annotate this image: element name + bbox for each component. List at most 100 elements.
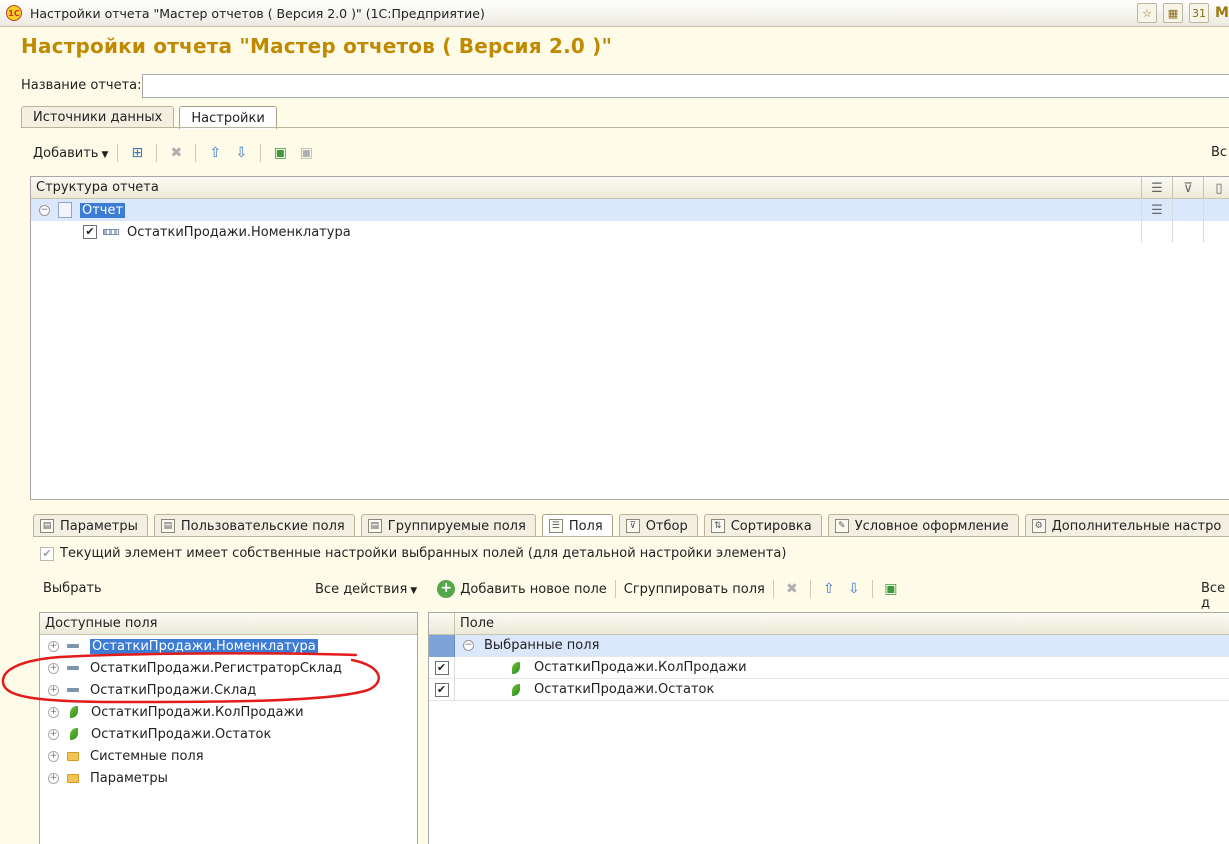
structure-row-grouping[interactable]: ✔ ОстаткиПродажи.Номенклатура	[31, 221, 1229, 243]
tab-conditional-format[interactable]: ✎ Условное оформление	[827, 514, 1019, 537]
all-actions-dropdown[interactable]: Все действия ▼	[315, 582, 417, 597]
list-item[interactable]: + Системные поля	[40, 745, 417, 767]
grouping-checkbox[interactable]: ✔	[83, 225, 97, 239]
structure-row-label: ОстаткиПродажи.Номенклатура	[127, 224, 351, 240]
list-item[interactable]: + Параметры	[40, 767, 417, 789]
order-cell[interactable]	[1203, 199, 1229, 221]
table-row[interactable]: ✔ ОстаткиПродажи.Остаток	[429, 678, 1229, 701]
field-label: ОстаткиПродажи.РегистраторСклад	[90, 660, 343, 676]
table-row[interactable]: ✔ ОстаткиПродажи.КолПродажи	[429, 656, 1229, 679]
delete-icon[interactable]: ✖	[166, 143, 186, 163]
favorites-icon[interactable]: ☆	[1137, 3, 1157, 23]
structure-header: Структура отчета ☰ ⊽ ▯	[31, 177, 1229, 199]
filter-cell[interactable]	[1172, 199, 1203, 221]
all-actions-right-button[interactable]: Все д	[1201, 581, 1229, 611]
group-fields-button[interactable]: Сгруппировать поля	[624, 582, 765, 597]
list-item[interactable]: + ОстаткиПродажи.Остаток	[40, 723, 417, 745]
field-label: ОстаткиПродажи.КолПродажи	[91, 704, 304, 720]
expand-icon[interactable]: +	[48, 640, 59, 652]
selected-fields-panel: Поле − Выбранные поля ✔ ОстаткиПродажи.К…	[428, 612, 1229, 844]
check-cell: ✔	[429, 656, 455, 679]
tab-filter[interactable]: ⊽ Отбор	[618, 514, 698, 537]
top-tabs: Источники данных Настройки	[21, 106, 282, 129]
tab-fields[interactable]: ☰ Поля	[541, 514, 613, 537]
field-cell: ОстаткиПродажи.КолПродажи	[455, 660, 747, 675]
tab-user-fields[interactable]: ▤ Пользовательские поля	[153, 514, 355, 537]
folder-icon	[67, 773, 79, 783]
tab-sort[interactable]: ⇅ Сортировка	[703, 514, 822, 537]
table-row[interactable]: − Выбранные поля	[429, 634, 1229, 657]
field-label: Параметры	[90, 770, 168, 786]
tab-settings[interactable]: Настройки	[179, 106, 277, 129]
filter-cell[interactable]	[1172, 221, 1203, 243]
group-icon[interactable]: ▣	[881, 579, 901, 599]
move-up-icon[interactable]: ⇧	[819, 579, 839, 599]
expand-icon[interactable]: +	[48, 772, 59, 784]
ungroup-icon[interactable]: ▣	[296, 143, 316, 163]
calculator-icon[interactable]: ▦	[1163, 3, 1183, 23]
fields-cell-icon[interactable]: ☰	[1141, 199, 1172, 221]
add-grouping-icon[interactable]: ⊞	[127, 143, 147, 163]
structure-column-icons: ☰ ⊽ ▯	[1141, 177, 1229, 199]
window-titlebar: 1С Настройки отчета "Мастер отчетов ( Ве…	[0, 0, 1229, 27]
move-down-icon[interactable]: ⇩	[231, 143, 251, 163]
select-button[interactable]: Выбрать	[43, 581, 102, 596]
group-cell: − Выбранные поля	[455, 638, 599, 653]
fields-cell[interactable]	[1141, 221, 1172, 243]
add-label: Добавить	[33, 145, 99, 161]
move-down-icon[interactable]: ⇩	[844, 579, 864, 599]
structure-header-label: Структура отчета	[36, 180, 159, 195]
expand-icon[interactable]: +	[48, 750, 59, 762]
move-up-icon[interactable]: ⇧	[205, 143, 225, 163]
tab-additional-settings[interactable]: ⚙ Дополнительные настро	[1024, 514, 1229, 537]
row-marker	[429, 634, 455, 657]
expand-icon[interactable]: +	[48, 684, 59, 696]
expand-icon[interactable]: +	[48, 728, 59, 740]
list-item[interactable]: + ОстаткиПродажи.КолПродажи	[40, 701, 417, 723]
field-column-header: Поле	[460, 616, 495, 631]
document-icon	[58, 202, 72, 218]
add-plus-icon[interactable]: +	[437, 580, 456, 598]
add-button[interactable]: Добавить ▼	[33, 146, 108, 161]
selected-fields-group-label: Выбранные поля	[484, 638, 600, 653]
own-settings-label: Текущий элемент имеет собственные настро…	[60, 546, 787, 561]
order-column-icon[interactable]: ▯	[1203, 177, 1229, 199]
tab-parameters[interactable]: ▤ Параметры	[33, 514, 148, 537]
fields-column-icon[interactable]: ☰	[1141, 177, 1172, 199]
field-use-checkbox[interactable]: ✔	[434, 660, 449, 675]
parameters-icon: ▤	[40, 519, 54, 533]
memory-button[interactable]: М	[1215, 3, 1229, 23]
tab-group-fields[interactable]: ▤ Группируемые поля	[360, 514, 536, 537]
delete-icon[interactable]: ✖	[782, 579, 802, 599]
filter-column-icon[interactable]: ⊽	[1172, 177, 1203, 199]
add-new-field-button[interactable]: Добавить новое поле	[460, 582, 607, 597]
settings-tab-divider	[33, 536, 1229, 537]
calendar-icon[interactable]: 31	[1189, 3, 1209, 23]
list-item[interactable]: + ОстаткиПродажи.Номенклатура	[40, 635, 417, 657]
all-actions-button[interactable]: Вс	[1211, 145, 1227, 160]
report-structure-panel: Структура отчета ☰ ⊽ ▯ − Отчет ☰ ✔ Остат…	[30, 176, 1229, 500]
tab-user-fields-label: Пользовательские поля	[180, 518, 345, 534]
order-cell[interactable]	[1203, 221, 1229, 243]
tab-filter-label: Отбор	[645, 518, 688, 534]
report-name-input[interactable]	[142, 74, 1229, 98]
available-fields-header: Доступные поля	[40, 613, 417, 635]
tab-data-sources[interactable]: Источники данных	[21, 106, 175, 128]
expand-icon[interactable]: +	[48, 662, 59, 674]
structure-row-report[interactable]: − Отчет ☰	[31, 199, 1229, 221]
row-column-icons	[1141, 221, 1229, 243]
field-label: ОстаткиПродажи.Склад	[90, 682, 257, 698]
title-tools: ☆ ▦ 31 М	[1137, 3, 1229, 23]
field-use-checkbox[interactable]: ✔	[434, 682, 449, 697]
list-item[interactable]: + ОстаткиПродажи.Склад	[40, 679, 417, 701]
tab-sort-label: Сортировка	[730, 518, 812, 534]
field-label: ОстаткиПродажи.КолПродажи	[534, 660, 747, 675]
expand-icon[interactable]: +	[48, 706, 59, 718]
own-settings-checkbox[interactable]: ✔	[40, 546, 54, 561]
collapse-icon[interactable]: −	[463, 640, 474, 651]
group-icon[interactable]: ▣	[270, 143, 290, 163]
list-item[interactable]: + ОстаткиПродажи.РегистраторСклад	[40, 657, 417, 679]
user-fields-icon: ▤	[160, 519, 175, 533]
collapse-icon[interactable]: −	[39, 204, 50, 216]
grouping-icon	[103, 229, 119, 235]
